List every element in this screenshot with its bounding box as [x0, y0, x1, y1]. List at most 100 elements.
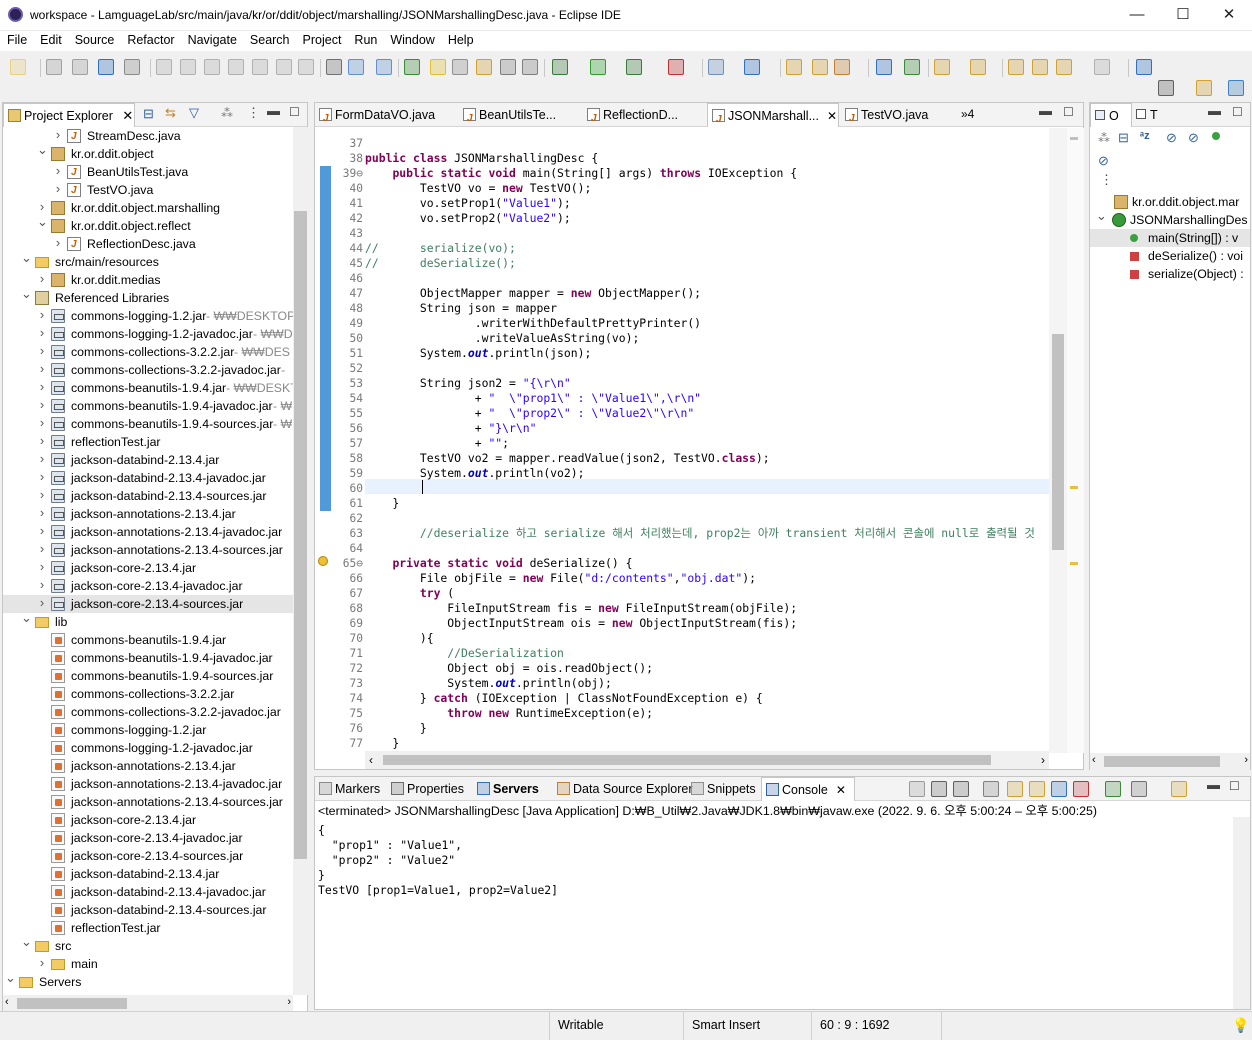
menu-window[interactable]: Window: [383, 31, 440, 47]
expanded-chevron-icon[interactable]: ⌄: [5, 971, 16, 984]
tree-hscroll-thumb[interactable]: [17, 998, 127, 1009]
tree-item[interactable]: › commons-beanutils-1.9.4-sources.jar - ₩: [3, 415, 293, 433]
back-arrow-icon[interactable]: [1056, 59, 1072, 75]
menu-search[interactable]: Search: [243, 31, 296, 47]
collapsed-chevron-icon[interactable]: ›: [37, 596, 47, 609]
bottom-tab[interactable]: Snippets: [687, 777, 759, 801]
expanded-chevron-icon[interactable]: ⌄: [1096, 209, 1107, 222]
collapsed-chevron-icon[interactable]: ›: [37, 542, 47, 555]
tree-item[interactable]: › commons-beanutils-1.9.4-javadoc.jar - ₩: [3, 397, 293, 415]
overview-warning-marker[interactable]: [1070, 562, 1078, 565]
hide-fields-icon[interactable]: ⊘: [1166, 130, 1177, 146]
tree-item[interactable]: › jackson-databind-2.13.4.jar: [3, 451, 293, 469]
use-step-filters-icon[interactable]: [348, 59, 364, 75]
group-icon[interactable]: ⁂: [1098, 131, 1110, 145]
collapsed-chevron-icon[interactable]: ›: [37, 416, 47, 429]
new-class-icon[interactable]: [744, 59, 760, 75]
debug-icon[interactable]: [552, 59, 568, 75]
new-server-icon[interactable]: [404, 59, 420, 75]
collapse-all-icon[interactable]: ⊟: [143, 106, 154, 122]
disconnect-icon[interactable]: [228, 59, 244, 75]
new-icon[interactable]: [10, 59, 26, 75]
tree-item[interactable]: ⌄ kr.or.ddit.object.reflect: [3, 215, 293, 235]
tree-item[interactable]: jackson-core-2.13.4-javadoc.jar: [3, 829, 293, 847]
tab-task-list[interactable]: T: [1134, 103, 1174, 127]
editor-scroll-thumb[interactable]: [1052, 334, 1064, 550]
remove-launch-icon[interactable]: [931, 781, 947, 797]
terminal-icon[interactable]: [98, 59, 114, 75]
block-selection-icon[interactable]: [500, 59, 516, 75]
link-with-editor-icon[interactable]: ⇆: [165, 105, 176, 121]
expanded-chevron-icon[interactable]: ⌄: [37, 215, 48, 228]
hide-static-icon[interactable]: ⊘: [1188, 130, 1199, 146]
collapse-all-icon[interactable]: ⊟: [1118, 130, 1129, 146]
search-icon[interactable]: [1158, 80, 1174, 96]
view-menu-icon[interactable]: ⋮: [1100, 172, 1113, 188]
tree-scroll-thumb[interactable]: [294, 211, 307, 859]
menu-refactor[interactable]: Refactor: [120, 31, 180, 47]
bottom-tab[interactable]: Data Source Explorer: [553, 777, 693, 801]
view-menu-icon[interactable]: ⋮: [247, 105, 260, 121]
tree-item[interactable]: › jackson-core-2.13.4-sources.jar: [3, 595, 293, 613]
tab-project-explorer[interactable]: Project Explorer ✕: [3, 103, 135, 127]
open-perspective-icon[interactable]: [1196, 80, 1212, 96]
tree-item[interactable]: › commons-logging-1.2-javadoc.jar - ₩₩D: [3, 325, 293, 343]
tree-horizontal-scrollbar[interactable]: ‹ ›: [3, 995, 293, 1012]
tree-item[interactable]: › jackson-databind-2.13.4-sources.jar: [3, 487, 293, 505]
editor-tab[interactable]: BeanUtilsTe...: [459, 103, 581, 131]
tree-item[interactable]: › commons-logging-1.2.jar - ₩₩DESKTOP: [3, 307, 293, 325]
collapsed-chevron-icon[interactable]: ›: [37, 560, 47, 573]
editor-tab[interactable]: ReflectionD...: [583, 103, 705, 131]
minimize-view-icon[interactable]: ▬: [267, 103, 280, 118]
tree-item[interactable]: commons-collections-3.2.2.jar: [3, 685, 293, 703]
pin-editor-icon[interactable]: [1136, 59, 1152, 75]
group-icon[interactable]: ⁂: [221, 106, 233, 120]
editor-tab[interactable]: JSONMarshall... ✕: [707, 103, 839, 132]
open-type-icon[interactable]: [376, 59, 392, 75]
collapsed-chevron-icon[interactable]: ›: [37, 326, 47, 339]
tree-item[interactable]: jackson-annotations-2.13.4-javadoc.jar: [3, 775, 293, 793]
run-icon[interactable]: [590, 59, 606, 75]
console-output[interactable]: { "prop1" : "Value1", "prop2" : "Value2"…: [318, 823, 558, 898]
show-whitespace-icon[interactable]: [452, 59, 468, 75]
collapsed-chevron-icon[interactable]: ›: [53, 164, 63, 177]
maximize-view-icon[interactable]: ☐: [289, 105, 300, 119]
tree-item[interactable]: › jackson-core-2.13.4.jar: [3, 559, 293, 577]
collapsed-chevron-icon[interactable]: ›: [37, 200, 47, 213]
remove-all-icon[interactable]: [953, 781, 969, 797]
step-over-icon[interactable]: [276, 59, 292, 75]
outline-horizontal-scrollbar[interactable]: ‹ ›: [1090, 753, 1250, 770]
previous-annotation-icon[interactable]: [970, 59, 986, 75]
collapsed-chevron-icon[interactable]: ›: [53, 182, 63, 195]
overview-warning-marker[interactable]: [1070, 486, 1078, 489]
tree-item[interactable]: commons-collections-3.2.2-javadoc.jar: [3, 703, 293, 721]
save-all-icon[interactable]: [72, 59, 88, 75]
scroll-lock-icon[interactable]: [983, 781, 999, 797]
terminate-icon[interactable]: [204, 59, 220, 75]
bottom-tab[interactable]: Servers: [473, 777, 551, 801]
save-icon[interactable]: [46, 59, 62, 75]
tree-item[interactable]: jackson-databind-2.13.4.jar: [3, 865, 293, 883]
terminate-icon[interactable]: [909, 781, 925, 797]
open-task-icon[interactable]: [476, 59, 492, 75]
maximize-button[interactable]: ☐: [1160, 0, 1206, 31]
toggle-mark-icon[interactable]: [430, 59, 446, 75]
open-file-icon[interactable]: [812, 59, 828, 75]
tree-vertical-scrollbar[interactable]: [293, 127, 308, 995]
collapsed-chevron-icon[interactable]: ›: [37, 380, 47, 393]
hide-local-types-icon[interactable]: ⊘: [1098, 153, 1109, 169]
back-icon[interactable]: [1032, 59, 1048, 75]
collapsed-chevron-icon[interactable]: ›: [37, 362, 47, 375]
tree-item[interactable]: ⌄ src: [3, 935, 293, 955]
scroll-right-icon[interactable]: ›: [287, 996, 291, 1008]
tree-item[interactable]: › jackson-core-2.13.4-javadoc.jar: [3, 577, 293, 595]
tree-item[interactable]: commons-beanutils-1.9.4.jar: [3, 631, 293, 649]
suspend-icon[interactable]: [180, 59, 196, 75]
skip-breakpoints-icon[interactable]: [124, 59, 140, 75]
tree-item[interactable]: › ReflectionDesc.java: [3, 235, 293, 254]
tree-item[interactable]: ⌄ src/main/resources: [3, 251, 293, 271]
console-vertical-scrollbar[interactable]: [1233, 817, 1250, 1009]
show-console-on-output-icon[interactable]: [1029, 781, 1045, 797]
scroll-left-icon[interactable]: ‹: [369, 753, 373, 767]
menu-source[interactable]: Source: [68, 31, 121, 47]
